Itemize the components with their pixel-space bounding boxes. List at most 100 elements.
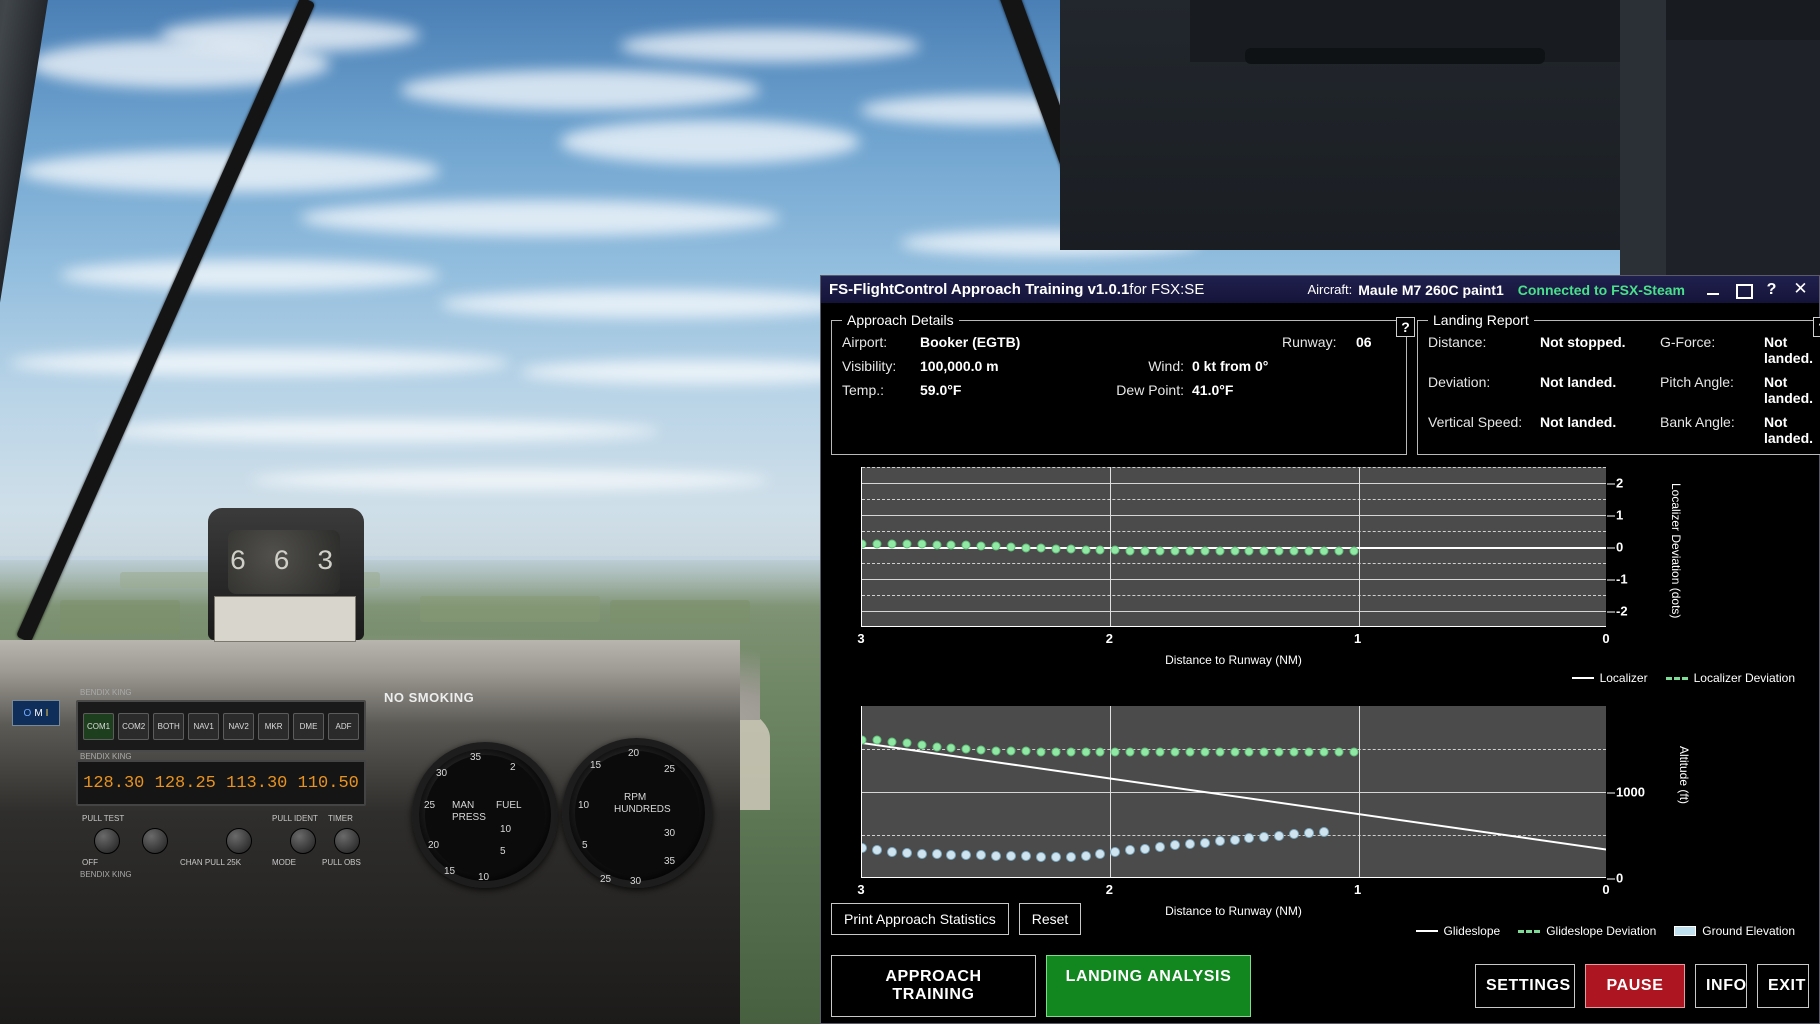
y-axis-tick: -2 — [1607, 603, 1628, 619]
data-point — [1140, 747, 1150, 757]
data-point — [887, 539, 897, 549]
data-point — [946, 743, 956, 753]
localizer-x-axis-title: Distance to Runway (NM) — [1165, 653, 1302, 667]
data-point — [1318, 826, 1329, 837]
cockpit-trim — [1245, 48, 1545, 64]
glideslope-line-swatch — [1415, 930, 1438, 932]
settings-button[interactable]: SETTINGS — [1475, 964, 1575, 1008]
radio-knob[interactable] — [226, 828, 252, 854]
cloud — [60, 260, 440, 290]
data-point — [1125, 546, 1135, 556]
radio-knob[interactable] — [290, 828, 316, 854]
approach-details-help-icon[interactable]: ? — [1396, 317, 1415, 337]
distance-label: Distance: — [1428, 334, 1487, 350]
deviation-label: Deviation: — [1428, 374, 1491, 390]
data-point — [1289, 829, 1300, 840]
knob-label: TIMER — [328, 814, 353, 823]
data-point — [1184, 839, 1195, 850]
print-approach-statistics-button[interactable]: Print Approach Statistics — [831, 903, 1009, 935]
gauge-tick: 25 — [664, 764, 676, 775]
comm-button[interactable]: COM1 — [83, 712, 115, 740]
data-point — [1051, 747, 1061, 757]
gauge-tick: 25 — [600, 874, 612, 885]
comm-button[interactable]: ADF — [328, 712, 359, 740]
maximize-icon[interactable] — [1734, 281, 1753, 299]
frequency-value: 113.30 — [226, 773, 288, 793]
bank-angle-value: Not landed. — [1764, 414, 1814, 446]
no-smoking-sign: NO SMOKING — [384, 690, 475, 705]
close-icon[interactable]: ✕ — [1792, 280, 1809, 298]
radio-knob[interactable] — [334, 828, 360, 854]
radio-knob[interactable] — [94, 828, 120, 854]
window-title-light: for FSX:SE — [1129, 281, 1205, 298]
cloud — [300, 200, 780, 236]
panel-placard — [214, 596, 356, 642]
cloud — [400, 70, 760, 110]
data-point — [976, 541, 986, 551]
legend-item-localizer-deviation: Localizer Deviation — [1665, 671, 1795, 685]
gridline-major — [862, 792, 1606, 793]
gridline-minor — [862, 467, 1606, 468]
comm-button[interactable]: DME — [293, 712, 325, 740]
data-point — [872, 539, 882, 549]
y-axis-tick: 0 — [1606, 870, 1624, 886]
data-point — [1274, 747, 1284, 757]
legend-label: Localizer Deviation — [1693, 671, 1795, 685]
landing-report-title: Landing Report — [1433, 312, 1529, 328]
data-point — [1006, 850, 1016, 861]
radio-knob[interactable] — [142, 828, 168, 854]
data-point — [991, 541, 1001, 551]
approach-training-button[interactable]: APPROACH TRAINING — [831, 955, 1036, 1017]
landing-report-help-icon[interactable]: ? — [1813, 317, 1820, 337]
data-point — [1006, 746, 1016, 756]
knob-label: MODE — [272, 858, 296, 867]
data-point — [1304, 546, 1314, 556]
data-point — [1200, 747, 1210, 757]
data-point — [1080, 850, 1091, 861]
comm-button[interactable]: NAV1 — [188, 712, 220, 740]
radio-brand-label: BENDIX KING — [80, 870, 132, 879]
data-point — [976, 850, 987, 861]
help-icon[interactable]: ? — [1763, 281, 1780, 298]
info-button[interactable]: INFO — [1695, 964, 1747, 1008]
window-title: FS-FlightControl Approach Training v1.0.… — [829, 281, 1204, 298]
cloud — [440, 290, 860, 318]
minimize-icon[interactable] — [1705, 281, 1722, 298]
data-point — [1125, 747, 1135, 757]
data-point — [1110, 747, 1120, 757]
glideslope-x-axis: 3 2 1 0 — [857, 882, 1609, 902]
connection-status: Connected to FSX-Steam — [1517, 281, 1685, 298]
data-point — [1304, 747, 1314, 757]
data-point — [1081, 545, 1090, 555]
landing-analysis-button[interactable]: LANDING ANALYSIS — [1046, 955, 1251, 1017]
comm-button[interactable]: MKR — [258, 712, 290, 740]
radio-knob-row[interactable]: PULL TEST OFF CHAN PULL 25K PULL IDENT T… — [76, 812, 366, 868]
comm-button[interactable]: BOTH — [153, 712, 185, 740]
data-point — [1244, 546, 1254, 556]
knob-label: PULL IDENT — [272, 814, 318, 823]
visibility-value: 100,000.0 m — [920, 358, 999, 374]
pause-button[interactable]: PAUSE — [1585, 964, 1685, 1008]
data-point — [1259, 546, 1269, 556]
gridline-major — [862, 579, 1606, 580]
legend-item-glideslope: Glideslope — [1415, 924, 1500, 938]
data-point — [1155, 842, 1165, 853]
gridline-vertical — [1358, 706, 1360, 877]
comm-button[interactable]: COM2 — [118, 712, 150, 740]
data-point — [932, 742, 941, 752]
data-point — [1169, 840, 1180, 851]
aircraft-value: Maule M7 260C paint1 — [1358, 281, 1504, 298]
visibility-label: Visibility: — [842, 358, 897, 374]
reset-button[interactable]: Reset — [1018, 903, 1082, 935]
gridline-major — [862, 483, 1606, 484]
radio-button-panel[interactable]: COM1 COM2 BOTH NAV1 NAV2 MKR DME ADF — [76, 700, 366, 752]
data-point — [1125, 845, 1136, 856]
exit-button[interactable]: EXIT — [1757, 964, 1809, 1008]
localizer-deviation-swatch — [1665, 676, 1688, 680]
data-point — [1065, 851, 1076, 862]
gridline-minor — [862, 595, 1606, 596]
cloud — [100, 420, 660, 442]
comm-button[interactable]: NAV2 — [223, 712, 255, 740]
data-point — [901, 847, 912, 858]
x-axis-tick: 1 — [1354, 631, 1362, 646]
